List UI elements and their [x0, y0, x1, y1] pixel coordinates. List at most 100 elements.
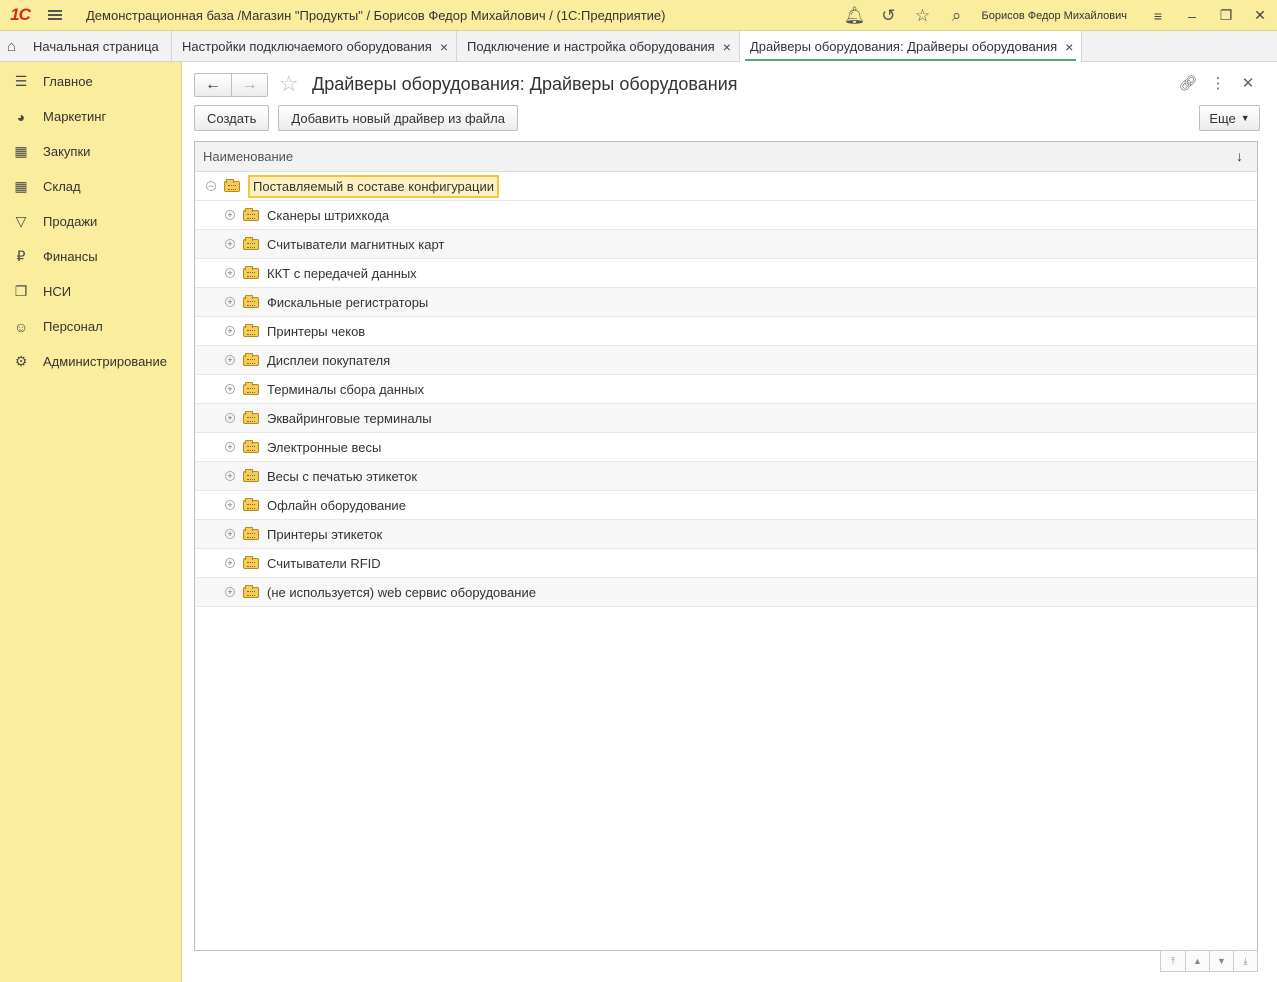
- close-icon[interactable]: ×: [440, 39, 448, 55]
- folder-icon: [243, 294, 259, 308]
- create-button[interactable]: Создать: [194, 105, 270, 131]
- row-label: Считыватели RFID: [267, 555, 381, 571]
- favorite-star-icon[interactable]: ☆: [279, 71, 299, 97]
- close-icon[interactable]: ×: [723, 39, 731, 55]
- table-row[interactable]: + Принтеры чеков: [195, 317, 1257, 346]
- search-icon[interactable]: ⌕: [939, 0, 973, 31]
- more-button[interactable]: Еще ▼: [1199, 105, 1260, 131]
- table-row[interactable]: + Дисплеи покупателя: [195, 346, 1257, 375]
- tab-label: Настройки подключаемого оборудования: [182, 39, 432, 54]
- link-icon[interactable]: 🔗︎: [1173, 74, 1203, 92]
- table-row[interactable]: + Терминалы сбора данных: [195, 375, 1257, 404]
- pie-chart-icon: ◕: [16, 108, 26, 125]
- minimize-icon[interactable]: –: [1175, 0, 1209, 31]
- expand-icon[interactable]: +: [225, 442, 235, 452]
- sidebar-item-label: Финансы: [43, 249, 98, 264]
- sidebar-item-marketing[interactable]: ◕ Маркетинг: [0, 99, 181, 134]
- ruble-icon: ₽: [16, 248, 26, 264]
- close-icon[interactable]: ×: [1065, 39, 1073, 55]
- sidebar-item-sales[interactable]: ▽ Продажи: [0, 204, 181, 239]
- expand-icon[interactable]: +: [225, 355, 235, 365]
- sidebar-item-label: Продажи: [43, 214, 98, 229]
- more-vertical-icon[interactable]: ⋮: [1203, 74, 1233, 92]
- sidebar-item-label: Администрирование: [43, 354, 167, 369]
- row-label: Принтеры этикеток: [267, 526, 383, 542]
- table-row[interactable]: + Электронные весы: [195, 433, 1257, 462]
- table-row[interactable]: + Принтеры этикеток: [195, 520, 1257, 549]
- list-icon: ☰: [14, 73, 28, 89]
- grid-icon: ▦: [14, 178, 28, 194]
- forward-arrow-icon[interactable]: →: [230, 74, 267, 96]
- sort-down-icon[interactable]: ↓: [1236, 148, 1243, 164]
- table-row[interactable]: + Офлайн оборудование: [195, 491, 1257, 520]
- person-icon: ☺: [13, 318, 29, 335]
- settings-menu-icon[interactable]: ≡: [1141, 0, 1175, 31]
- scroll-top-icon[interactable]: ⤒: [1161, 951, 1185, 971]
- table-row[interactable]: + Фискальные регистраторы: [195, 288, 1257, 317]
- folder-icon: [243, 439, 259, 453]
- folder-icon: [243, 526, 259, 540]
- close-icon[interactable]: ✕: [1233, 74, 1263, 92]
- sidebar-item-label: Закупки: [43, 144, 91, 159]
- expand-icon[interactable]: +: [225, 326, 235, 336]
- sidebar-item-personnel[interactable]: ☺ Персонал: [0, 309, 181, 344]
- sections-panel: ☰ Главное ◕ Маркетинг ▦ Закупки ▦ Склад …: [0, 62, 182, 982]
- navigation-buttons: ← →: [194, 73, 268, 97]
- star-icon[interactable]: ☆: [905, 0, 939, 31]
- bell-icon[interactable]: 🔔︎: [837, 0, 871, 31]
- main-menu-icon[interactable]: [40, 0, 70, 31]
- table-row[interactable]: + ККТ с передачей данных: [195, 259, 1257, 288]
- table-row[interactable]: + Эквайринговые терминалы: [195, 404, 1257, 433]
- sidebar-item-finance[interactable]: ₽ Финансы: [0, 239, 181, 274]
- row-label: Весы с печатью этикеток: [267, 468, 418, 484]
- collapse-icon[interactable]: −: [206, 181, 216, 191]
- expand-icon[interactable]: +: [225, 558, 235, 568]
- expand-icon[interactable]: +: [225, 471, 235, 481]
- documents-icon: ❐: [14, 283, 28, 299]
- close-window-icon[interactable]: ✕: [1243, 0, 1277, 31]
- tab-equipment-connection[interactable]: Подключение и настройка оборудования ×: [457, 31, 740, 62]
- column-header-name[interactable]: Наименование ↓: [195, 142, 1257, 172]
- scroll-bottom-icon[interactable]: ⤓: [1233, 951, 1257, 971]
- table-row-root[interactable]: − Поставляемый в составе конфигурации: [195, 172, 1257, 201]
- 1c-logo[interactable]: 1С: [0, 0, 40, 31]
- user-name[interactable]: Борисов Федор Михайлович: [981, 10, 1127, 22]
- tab-label: Начальная страница: [33, 39, 159, 54]
- scroll-down-icon[interactable]: ▼: [1209, 951, 1233, 971]
- expand-icon[interactable]: +: [225, 268, 235, 278]
- history-icon[interactable]: ↺: [871, 0, 905, 31]
- column-header-label: Наименование: [203, 149, 294, 164]
- more-label: Еще: [1209, 110, 1236, 126]
- back-arrow-icon[interactable]: ←: [195, 74, 231, 96]
- expand-icon[interactable]: +: [225, 297, 235, 307]
- expand-icon[interactable]: +: [225, 500, 235, 510]
- sidebar-item-purchases[interactable]: ▦ Закупки: [0, 134, 181, 169]
- row-label: Фискальные регистраторы: [267, 294, 429, 310]
- row-label: Принтеры чеков: [267, 323, 366, 339]
- table-row[interactable]: + Считыватели RFID: [195, 549, 1257, 578]
- expand-icon[interactable]: +: [225, 210, 235, 220]
- table-row[interactable]: + Считыватели магнитных карт: [195, 230, 1257, 259]
- sidebar-item-main[interactable]: ☰ Главное: [0, 64, 181, 99]
- sidebar-item-label: НСИ: [43, 284, 72, 299]
- expand-icon[interactable]: +: [225, 413, 235, 423]
- sidebar-item-nsi[interactable]: ❐ НСИ: [0, 274, 181, 309]
- row-label: Сканеры штрихкода: [267, 207, 390, 223]
- sidebar-item-label: Главное: [43, 74, 93, 89]
- sidebar-item-administration[interactable]: ⚙ Администрирование: [0, 344, 181, 379]
- add-driver-from-file-button[interactable]: Добавить новый драйвер из файла: [278, 105, 518, 131]
- tab-home[interactable]: ⌂ Начальная страница: [0, 31, 172, 62]
- table-row[interactable]: + Сканеры штрихкода: [195, 201, 1257, 230]
- expand-icon[interactable]: +: [225, 587, 235, 597]
- tab-equipment-settings[interactable]: Настройки подключаемого оборудования ×: [172, 31, 458, 62]
- sidebar-item-warehouse[interactable]: ▦ Склад: [0, 169, 181, 204]
- expand-icon[interactable]: +: [225, 529, 235, 539]
- table-row[interactable]: + (не используется) web сервис оборудован…: [195, 578, 1257, 607]
- expand-icon[interactable]: +: [225, 384, 235, 394]
- restore-icon[interactable]: ❐: [1209, 0, 1243, 31]
- scroll-up-icon[interactable]: ▲: [1185, 951, 1209, 971]
- expand-icon[interactable]: +: [225, 239, 235, 249]
- folder-icon: [243, 584, 259, 598]
- tab-equipment-drivers[interactable]: Драйверы оборудования: Драйверы оборудов…: [739, 31, 1083, 62]
- table-row[interactable]: + Весы с печатью этикеток: [195, 462, 1257, 491]
